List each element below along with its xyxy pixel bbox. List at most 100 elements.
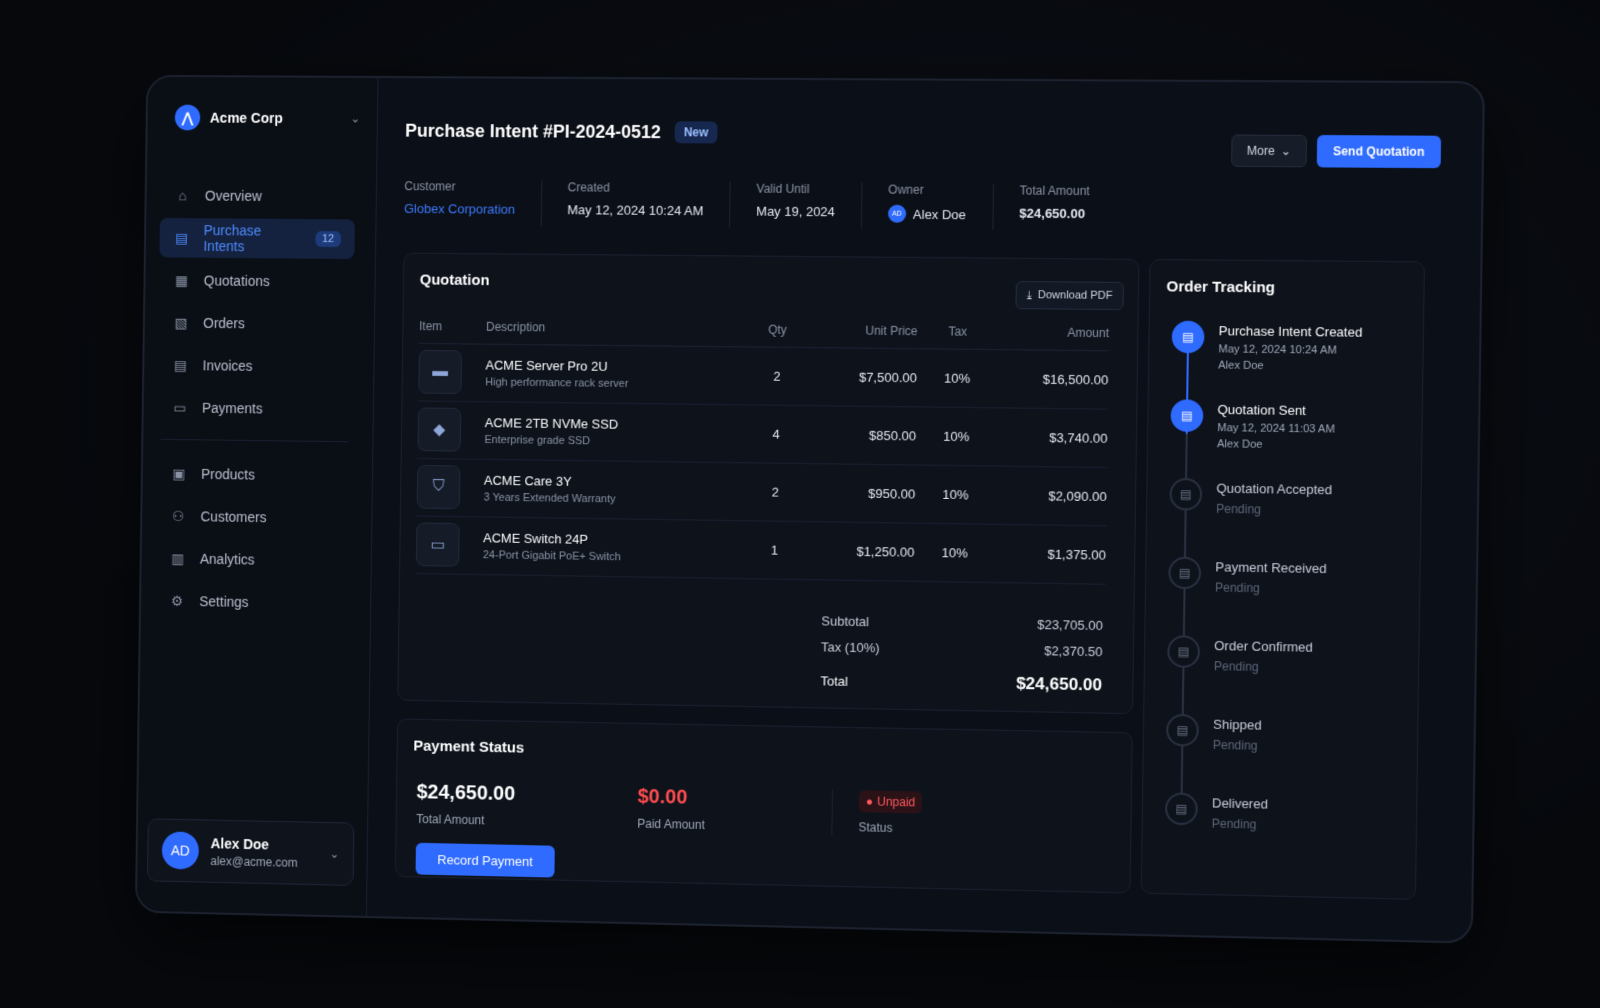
sidebar-item-label: Products — [201, 466, 256, 483]
send-quotation-button[interactable]: Send Quotation — [1316, 135, 1442, 169]
price-cell: $850.00 — [805, 405, 917, 465]
app-window: ⋀ Acme Corp ⌄ ⌂ Overview ▤ Purchase Inte… — [134, 74, 1486, 944]
tax-cell: 10% — [914, 464, 997, 524]
col-qty: Qty — [747, 312, 808, 348]
step-title: Payment Received — [1215, 559, 1327, 577]
table-row[interactable]: ⛉ ACME Care 3Y 3 Years Extended Warranty … — [416, 457, 1108, 526]
analytics-icon: ▥ — [171, 549, 185, 566]
col-unit-price: Unit Price — [807, 313, 918, 349]
sidebar-item-orders[interactable]: ▧ Orders — [158, 303, 354, 345]
sidebar-item-overview[interactable]: ⌂ Overview — [160, 176, 356, 217]
subtotal-label: Subtotal — [821, 612, 870, 629]
sidebar-item-label: Analytics — [199, 550, 255, 568]
quotation-panel: Quotation ⤓ Download PDF Item Descriptio… — [397, 252, 1140, 715]
sidebar-item-products[interactable]: ▣ Products — [156, 454, 352, 496]
products-icon: ▣ — [172, 465, 186, 482]
header-actions: More ⌄ Send Quotation — [1231, 134, 1442, 169]
amount-cell: $2,090.00 — [995, 465, 1108, 526]
valid-until-value: May 19, 2024 — [756, 203, 835, 220]
status-badge: ● Unpaid — [858, 790, 923, 814]
avatar: AD — [161, 831, 200, 870]
item-name: ACME Switch 24P — [483, 529, 589, 547]
sidebar-item-purchase-intents[interactable]: ▤ Purchase Intents 12 — [159, 217, 355, 260]
tax-cell: 10% — [915, 406, 997, 466]
tax-label: Tax (10%) — [820, 638, 880, 655]
document-icon: ▤ — [1170, 399, 1204, 432]
user-menu[interactable]: AD Alex Doe alex@acme.com ⌄ — [146, 818, 355, 886]
step-status: Pending — [1214, 580, 1260, 596]
item-name: ACME Server Pro 2U — [485, 357, 608, 374]
step-status: Pending — [1212, 737, 1258, 753]
paid-amount-value: $0.00 — [637, 785, 688, 809]
table-row[interactable]: ▭ ACME Switch 24P 24-Port Gigabit PoE+ Sw… — [415, 515, 1107, 584]
tax-cell: 10% — [916, 348, 998, 408]
gear-icon: ⚙ — [170, 592, 184, 609]
step-actor: Alex Doe — [1218, 359, 1264, 373]
intent-meta: Customer Globex Corporation Created May … — [404, 179, 1117, 231]
timeline-step: ▤ Quotation Sent May 12, 2024 11:03 AM A… — [1170, 399, 1416, 481]
tax-row: Tax (10%) $2,370.50 — [821, 633, 1103, 664]
step-status: Pending — [1216, 501, 1262, 517]
shield-icon: ⛉ — [416, 464, 461, 510]
download-pdf-button[interactable]: ⤓ Download PDF — [1015, 280, 1124, 311]
owner-value: AD Alex Doe — [887, 204, 966, 224]
price-cell: $950.00 — [804, 463, 916, 523]
document-icon: ▤ — [1164, 792, 1198, 826]
table-row[interactable]: ▬ ACME Server Pro 2U High performance rac… — [418, 342, 1109, 409]
step-date: May 12, 2024 11:03 AM — [1217, 422, 1335, 436]
qty-cell: 2 — [744, 462, 806, 522]
status-text: Unpaid — [877, 794, 916, 810]
chevron-down-icon: ⌄ — [329, 846, 340, 861]
subtotal-value: $23,705.00 — [1037, 616, 1104, 633]
col-description: Description — [485, 309, 748, 347]
sidebar-item-quotations[interactable]: ▦ Quotations — [159, 260, 355, 301]
meta-label: Customer — [404, 179, 456, 194]
orders-icon: ▧ — [174, 314, 188, 331]
payment-total-label: Total Amount — [416, 812, 485, 828]
payment-status: ● Unpaid Status — [858, 790, 1084, 840]
panel-title: Order Tracking — [1166, 278, 1276, 297]
panel-title: Quotation — [419, 271, 490, 290]
amount-cell: $1,375.00 — [994, 523, 1107, 584]
sidebar: ⋀ Acme Corp ⌄ ⌂ Overview ▤ Purchase Inte… — [136, 76, 379, 916]
server-icon: ▬ — [418, 349, 463, 395]
col-amount: Amount — [997, 314, 1110, 351]
payment-total: $24,650.00 Total Amount — [416, 781, 638, 830]
sidebar-item-payments[interactable]: ▭ Payments — [157, 388, 353, 430]
step-actor: Alex Doe — [1216, 438, 1263, 451]
sidebar-item-analytics[interactable]: ▥ Analytics — [155, 538, 351, 581]
workspace-switcher[interactable]: ⋀ Acme Corp ⌄ — [174, 104, 361, 132]
quotation-table: Item Description Qty Unit Price Tax Amou… — [415, 309, 1110, 584]
sidebar-item-label: Overview — [204, 187, 262, 204]
amount-cell: $3,740.00 — [996, 407, 1108, 468]
col-item: Item — [418, 309, 487, 344]
timeline-step: ▤ Purchase Intent Created May 12, 2024 1… — [1171, 320, 1417, 402]
step-title: Quotation Accepted — [1216, 480, 1333, 498]
brand-name: Acme Corp — [209, 109, 283, 126]
ssd-icon: ◆ — [417, 407, 462, 452]
meta-owner: Owner AD Alex Doe — [860, 182, 993, 230]
item-description: 3 Years Extended Warranty — [483, 491, 616, 505]
sidebar-item-invoices[interactable]: ▤ Invoices — [158, 345, 354, 387]
step-status: Pending — [1211, 816, 1257, 832]
timeline-step: ▤ Shipped Pending — [1165, 713, 1411, 798]
payment-status-panel: Payment Status $24,650.00 Total Amount $… — [394, 718, 1133, 894]
customer-link[interactable]: Globex Corporation — [404, 201, 515, 217]
sidebar-item-settings[interactable]: ⚙ Settings — [154, 581, 350, 624]
sidebar-item-label: Orders — [203, 315, 245, 332]
payment-summary: $24,650.00 Total Amount $0.00 Paid Amoun… — [416, 781, 1084, 840]
invoice-icon: ▤ — [173, 356, 187, 373]
step-title: Shipped — [1213, 716, 1262, 733]
more-button[interactable]: More ⌄ — [1231, 134, 1307, 168]
record-payment-button[interactable]: Record Payment — [415, 842, 555, 878]
customers-icon: ⚇ — [171, 507, 185, 524]
sidebar-item-customers[interactable]: ⚇ Customers — [156, 496, 352, 538]
tax-value: $2,370.50 — [1043, 642, 1103, 659]
meta-label: Valid Until — [756, 181, 810, 197]
switch-icon: ▭ — [415, 522, 460, 567]
document-icon: ▤ — [1168, 556, 1202, 590]
sidebar-item-label: Payments — [201, 399, 263, 417]
document-icon: ▤ — [1171, 320, 1205, 354]
table-row[interactable]: ◆ ACME 2TB NVMe SSD Enterprise grade SSD … — [417, 400, 1108, 468]
chevron-down-icon: ⌄ — [1280, 143, 1292, 159]
